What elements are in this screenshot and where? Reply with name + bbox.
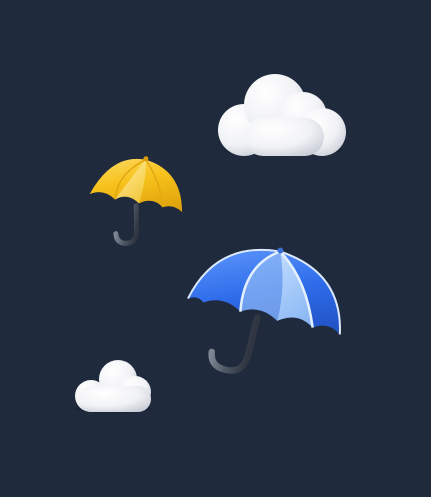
background bbox=[0, 0, 431, 497]
illustration-scene bbox=[0, 0, 431, 497]
illustration-canvas bbox=[0, 0, 431, 497]
